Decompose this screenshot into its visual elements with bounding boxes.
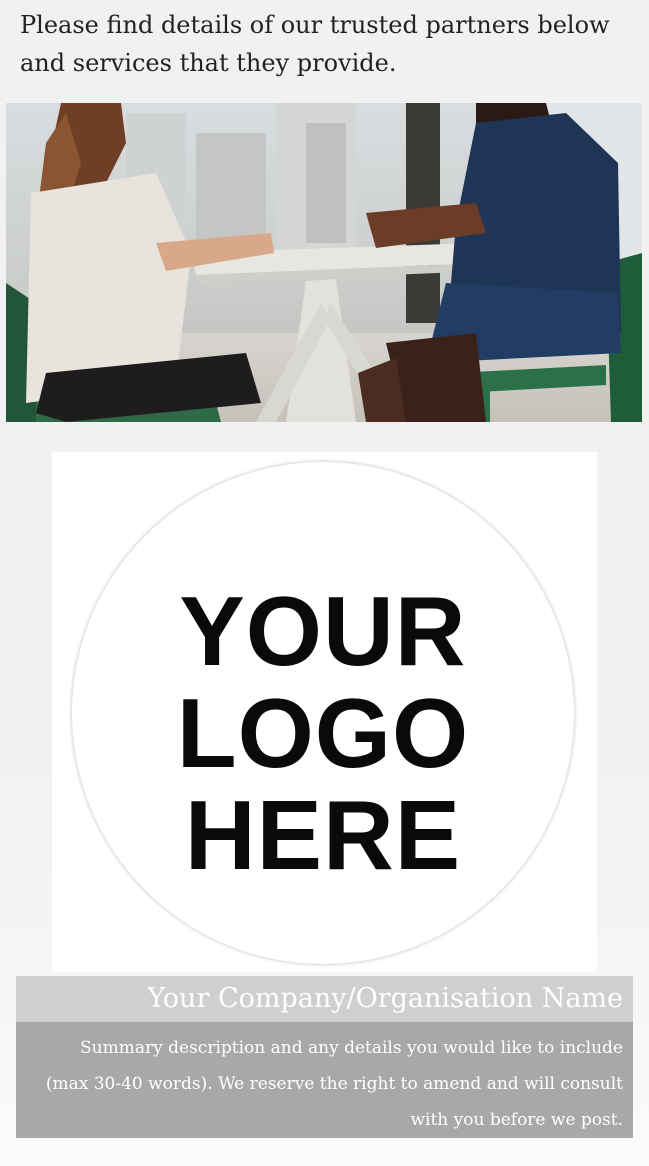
logo-line-3: HERE (184, 780, 462, 890)
meeting-photo (6, 103, 642, 422)
intro-section: Please find details of our trusted partn… (6, 0, 642, 98)
company-description: Summary description and any details you … (45, 1038, 623, 1130)
meeting-photo-image (6, 103, 642, 422)
intro-text: Please find details of our trusted partn… (20, 11, 610, 77)
company-description-box: Summary description and any details you … (16, 1022, 633, 1138)
company-name: Your Company/Organisation Name (147, 983, 623, 1014)
company-name-bar: Your Company/Organisation Name (16, 976, 633, 1022)
logo-line-2: LOGO (176, 678, 470, 788)
logo-line-1: YOUR (179, 576, 467, 686)
logo-placeholder: YOUR LOGO HERE (72, 462, 574, 964)
partner-logo-card: YOUR LOGO HERE (52, 452, 597, 972)
logo-text: YOUR LOGO HERE (72, 580, 574, 886)
page: Please find details of our trusted partn… (0, 0, 649, 1166)
